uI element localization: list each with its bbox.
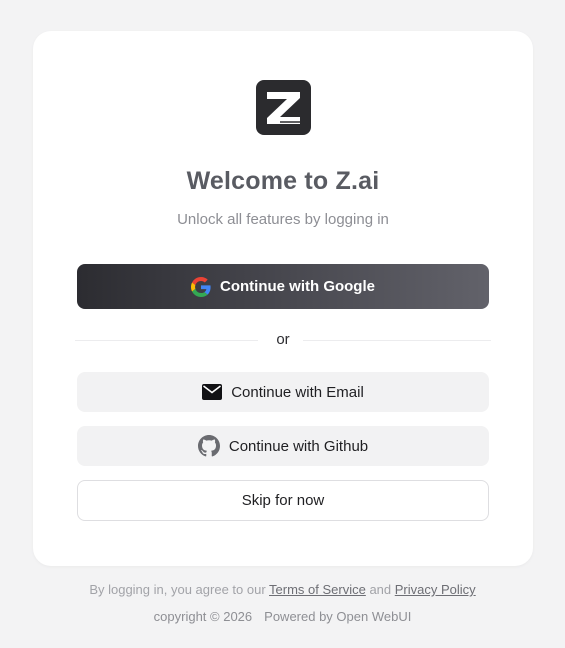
continue-with-email-button[interactable]: Continue with Email (77, 372, 489, 412)
login-card: Welcome to Z.ai Unlock all features by l… (33, 31, 533, 566)
terms-and: and (365, 582, 395, 597)
copyright-text: copyright © 2026 (153, 609, 253, 624)
powered-by-text: Powered by Open WebUI (264, 609, 412, 624)
github-icon (197, 435, 220, 457)
google-button-label: Continue with Google (220, 278, 375, 295)
copyright-line: copyright © 2026 Powered by Open WebUI (0, 609, 565, 624)
skip-button-label: Skip for now (241, 492, 325, 509)
envelope-icon (202, 384, 223, 400)
github-button-label: Continue with Github (228, 437, 369, 455)
google-icon (191, 276, 211, 297)
email-button-label: Continue with Email (231, 383, 364, 401)
skip-for-now-button[interactable]: Skip for now (77, 480, 489, 521)
privacy-policy-link[interactable]: Privacy Policy (395, 582, 476, 597)
continue-with-google-button[interactable]: Continue with Google (77, 264, 489, 309)
terms-notice: By logging in, you agree to our Terms of… (0, 582, 565, 597)
terms-prefix: By logging in, you agree to our (89, 582, 270, 597)
page-title: Welcome to Z.ai (186, 167, 380, 195)
terms-of-service-link[interactable]: Terms of Service (269, 582, 366, 597)
z-logo-icon (256, 80, 311, 135)
or-divider: or (75, 330, 491, 350)
divider-line-right (303, 340, 491, 341)
page-subtitle: Unlock all features by logging in (177, 211, 389, 228)
continue-with-github-button[interactable]: Continue with Github (77, 426, 489, 466)
